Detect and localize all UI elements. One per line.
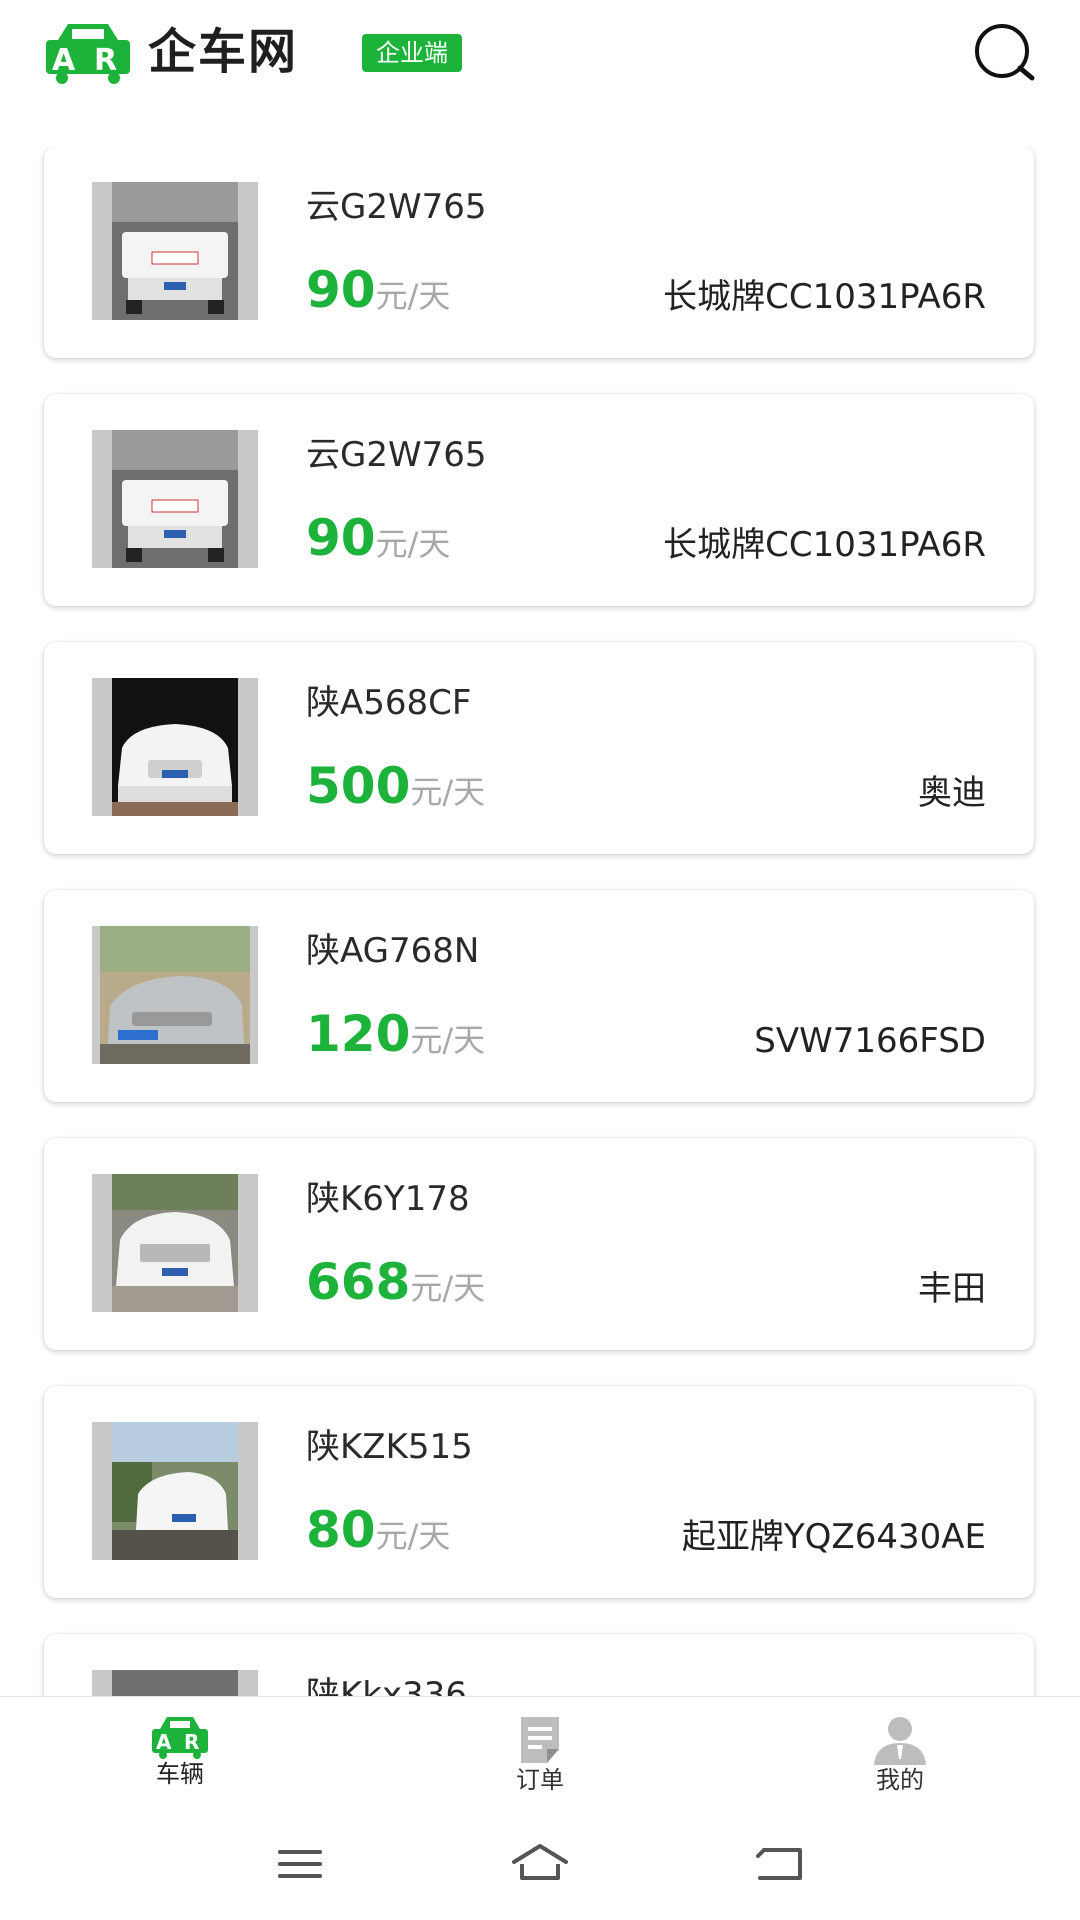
back-button[interactable] <box>750 1838 810 1890</box>
menu-button[interactable] <box>270 1838 330 1890</box>
search-icon <box>975 24 1035 81</box>
plate-number: 陕KZK515 <box>306 1427 473 1467</box>
plate-number: 陕AG768N <box>306 931 480 971</box>
vehicle-model: 奥迪 <box>918 773 986 813</box>
price: 120元/天 <box>306 1002 485 1066</box>
app-header: A R 企车网 企业端 <box>0 0 1080 110</box>
price-unit: 元/天 <box>375 1517 451 1555</box>
tab-label: 我的 <box>876 1766 924 1794</box>
price: 90元/天 <box>306 506 450 570</box>
plate-number: 云G2W765 <box>306 435 487 475</box>
vehicle-card[interactable]: 云G2W765 90元/天 长城牌CC1031PA6R <box>44 394 1034 606</box>
vehicle-card[interactable]: 陕K6Y178 668元/天 丰田 <box>44 1138 1034 1350</box>
vehicle-photo <box>92 1670 258 1696</box>
price-unit: 元/天 <box>410 773 486 811</box>
vehicle-list[interactable]: 云G2W765 90元/天 长城牌CC1031PA6R 云G2W765 90元/… <box>0 146 1080 1696</box>
price-unit: 元/天 <box>375 277 451 315</box>
vehicle-photo <box>92 678 258 816</box>
back-icon <box>756 1848 802 1880</box>
app-name: 企车网 <box>148 24 299 80</box>
price: 90元/天 <box>306 258 450 322</box>
vehicle-model: 起亚牌YQZ6430AE <box>681 1517 986 1557</box>
vehicle-photo <box>92 1174 258 1312</box>
system-navigation-bar <box>0 1808 1080 1920</box>
price-value: 80 <box>306 1501 376 1559</box>
tab-profile[interactable]: 我的 <box>800 1697 1000 1809</box>
svg-text:A: A <box>156 1730 172 1754</box>
price-value: 120 <box>306 1005 411 1063</box>
vehicle-card[interactable]: 陕Kkx336 <box>44 1634 1034 1696</box>
price-value: 90 <box>306 261 376 319</box>
vehicle-card[interactable]: 陕KZK515 80元/天 起亚牌YQZ6430AE <box>44 1386 1034 1598</box>
plate-number: 陕A568CF <box>306 683 472 723</box>
price-unit: 元/天 <box>375 525 451 563</box>
price: 80元/天 <box>306 1498 450 1562</box>
vehicle-card[interactable]: 陕A568CF 500元/天 奥迪 <box>44 642 1034 854</box>
search-button[interactable] <box>970 22 1040 84</box>
price-unit: 元/天 <box>410 1269 486 1307</box>
vehicle-photo <box>92 430 258 568</box>
vehicle-model: 丰田 <box>918 1269 986 1309</box>
tab-orders[interactable]: 订单 <box>440 1697 640 1809</box>
enterprise-badge: 企业端 <box>362 34 462 72</box>
home-icon <box>512 1844 568 1880</box>
tab-label: 车辆 <box>156 1760 204 1788</box>
bottom-tab-bar: A R 车辆 订单 我的 <box>0 1696 1080 1809</box>
person-icon <box>874 1717 926 1765</box>
plate-number: 云G2W765 <box>306 187 487 227</box>
plate-number: 陕Kkx336 <box>306 1675 468 1696</box>
car-icon: A R <box>152 1717 208 1759</box>
price: 500元/天 <box>306 754 485 818</box>
logo-icon: A R <box>46 24 130 84</box>
vehicle-photo <box>92 182 258 320</box>
vehicle-card[interactable]: 陕AG768N 120元/天 SVW7166FSD <box>44 890 1034 1102</box>
home-button[interactable] <box>510 1838 570 1890</box>
vehicle-card[interactable]: 云G2W765 90元/天 长城牌CC1031PA6R <box>44 146 1034 358</box>
price-value: 90 <box>306 509 376 567</box>
vehicle-photo <box>92 926 258 1064</box>
vehicle-model: 长城牌CC1031PA6R <box>663 277 986 317</box>
document-icon <box>521 1717 559 1763</box>
plate-number: 陕K6Y178 <box>306 1179 470 1219</box>
price-unit: 元/天 <box>410 1021 486 1059</box>
vehicle-model: 长城牌CC1031PA6R <box>663 525 986 565</box>
tab-vehicles[interactable]: A R 车辆 <box>80 1697 280 1809</box>
vehicle-photo <box>92 1422 258 1560</box>
svg-text:R: R <box>184 1730 199 1754</box>
vehicle-model: SVW7166FSD <box>754 1021 986 1061</box>
price-value: 500 <box>306 757 411 815</box>
menu-icon <box>278 1850 322 1878</box>
tab-label: 订单 <box>516 1766 564 1794</box>
price: 668元/天 <box>306 1250 485 1314</box>
price-value: 668 <box>306 1253 411 1311</box>
